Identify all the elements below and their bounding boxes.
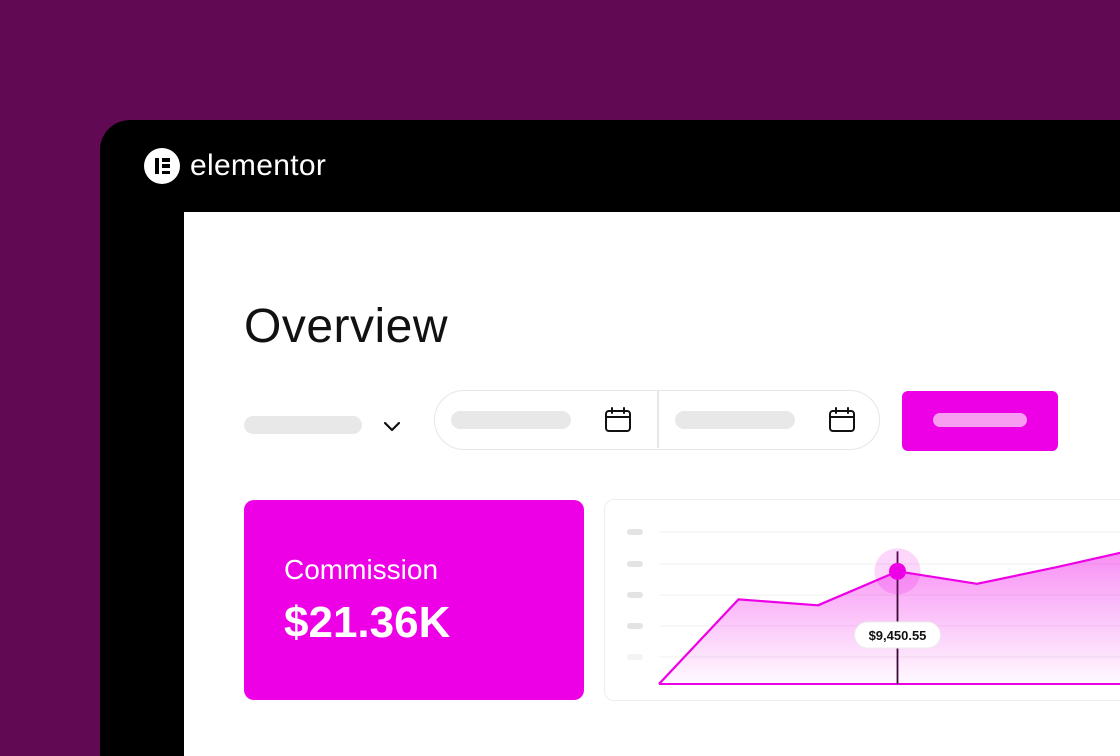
date-range-picker	[434, 390, 880, 450]
main-panel: Overview Commission $21.36K $9,450.55	[184, 212, 1120, 756]
y-tick-placeholder	[627, 654, 643, 660]
commission-card: Commission $21.36K	[244, 500, 584, 700]
logo-wordmark: elementor	[190, 149, 327, 182]
filter-dropdown[interactable]	[244, 408, 410, 442]
apply-button[interactable]	[902, 391, 1058, 451]
y-tick-placeholder	[627, 561, 643, 567]
calendar-icon[interactable]	[603, 405, 633, 435]
commission-value: $21.36K	[284, 598, 451, 647]
y-tick-placeholder	[627, 529, 643, 535]
tooltip-value: $9,450.55	[869, 628, 927, 643]
y-tick-placeholder	[627, 592, 643, 598]
start-date-field[interactable]	[435, 391, 657, 448]
commission-label: Commission	[284, 554, 439, 585]
chevron-down-icon	[383, 421, 401, 432]
page-title: Overview	[244, 300, 449, 353]
data-point-highlight	[889, 562, 906, 580]
earnings-chart: $9,450.55	[604, 499, 1120, 701]
elementor-logo: elementor	[144, 148, 326, 184]
app-frame: elementor Overview Commission $21.36K $9…	[100, 120, 1120, 756]
apply-button-label-placeholder	[933, 413, 1027, 427]
dropdown-value-placeholder	[244, 416, 362, 434]
y-tick-placeholder	[627, 623, 643, 629]
end-date-placeholder	[675, 411, 795, 429]
start-date-placeholder	[451, 411, 571, 429]
elementor-logo-icon	[144, 148, 180, 184]
end-date-field[interactable]	[659, 391, 881, 448]
area-chart: $9,450.55	[627, 529, 1120, 685]
calendar-icon[interactable]	[827, 405, 857, 435]
